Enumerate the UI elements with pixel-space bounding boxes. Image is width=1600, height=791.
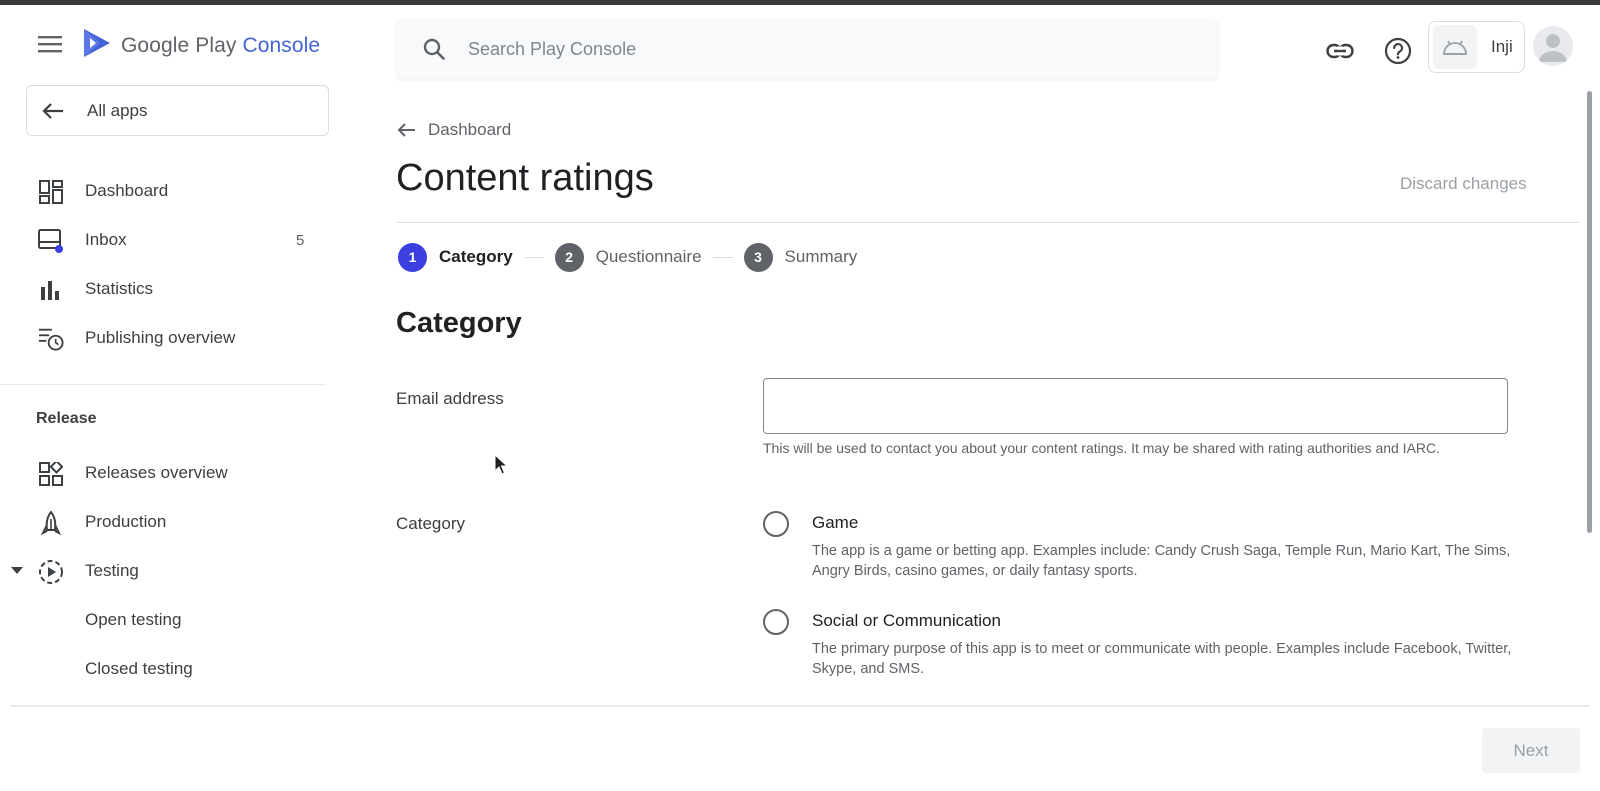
arrow-back-icon (396, 122, 416, 138)
releases-overview-icon (38, 461, 64, 487)
breadcrumb[interactable]: Dashboard (396, 120, 511, 140)
step-number: 3 (743, 242, 773, 272)
page-title: Content ratings (396, 157, 654, 199)
production-icon (38, 510, 64, 536)
sidebar-item-dashboard[interactable]: Dashboard (0, 169, 330, 213)
search-input[interactable] (468, 38, 1168, 60)
publishing-history-icon (38, 326, 64, 352)
all-apps-label: All apps (87, 100, 148, 120)
radio-title[interactable]: Social or Communication (812, 611, 1001, 631)
sidebar-item-production[interactable]: Production (0, 500, 330, 544)
sidebar-divider (0, 384, 326, 385)
radio-description: The app is a game or betting app. Exampl… (812, 543, 1511, 579)
avatar[interactable] (1533, 26, 1573, 66)
footer-divider (10, 705, 1590, 707)
scrollbar[interactable] (1587, 91, 1592, 533)
android-icon (1433, 25, 1477, 69)
sidebar-item-label: Production (85, 512, 167, 531)
top-app-bar: Google Play Console Inji (0, 5, 1600, 85)
category-field-label: Category (396, 514, 465, 533)
logo-wordmark: Google Play Console (121, 33, 321, 57)
sidebar-item-publishing-overview[interactable]: Publishing overview (0, 316, 330, 360)
email-helper-text: This will be used to contact you about y… (763, 440, 1441, 456)
sidebar-item-testing[interactable]: Testing (0, 549, 330, 593)
chevron-down-icon[interactable] (11, 567, 23, 574)
step-connector (523, 256, 544, 258)
sidebar-section-release: Release (36, 410, 97, 427)
step-category[interactable]: 1 Category (398, 242, 513, 272)
section-heading: Category (396, 307, 522, 339)
step-number: 2 (554, 242, 584, 272)
radio-description: The primary purpose of this app is to me… (812, 641, 1512, 677)
testing-icon (38, 559, 64, 585)
sidebar-item-label: Open testing (85, 610, 182, 629)
link-icon[interactable] (1325, 36, 1355, 66)
main-content: Dashboard Content ratings Discard change… (396, 85, 1580, 705)
step-number: 1 (398, 242, 427, 272)
sidebar: All apps Dashboard Inbox 5 Statistics Pu… (0, 85, 336, 705)
sidebar-item-label: Statistics (85, 279, 154, 298)
sidebar-item-label: Dashboard (85, 181, 169, 200)
discard-changes-button[interactable]: Discard changes (1400, 174, 1527, 194)
step-summary[interactable]: 3 Summary (743, 242, 858, 272)
search-bar[interactable] (396, 19, 1218, 79)
all-apps-button[interactable]: All apps (26, 85, 329, 136)
developer-name: Inji (1491, 37, 1513, 56)
sidebar-item-label: Closed testing (85, 659, 193, 678)
play-console-logo-icon (82, 27, 112, 64)
bar-chart-icon (38, 277, 64, 303)
search-icon (422, 37, 446, 61)
sidebar-item-label: Releases overview (85, 463, 228, 482)
mouse-cursor-icon (494, 453, 509, 481)
step-label: Questionnaire (595, 247, 702, 266)
play-console-logo[interactable]: Google Play Console (82, 27, 320, 64)
sidebar-item-statistics[interactable]: Statistics (0, 267, 330, 311)
inbox-count-badge: 5 (296, 231, 305, 249)
sidebar-item-releases-overview[interactable]: Releases overview (0, 451, 330, 495)
sidebar-item-label: Inbox (85, 230, 127, 249)
step-label: Category (439, 247, 513, 266)
radio-game[interactable] (763, 511, 789, 537)
stepper: 1 Category 2 Questionnaire 3 Summary (398, 242, 857, 272)
sidebar-item-open-testing[interactable]: Open testing (0, 598, 330, 642)
help-icon[interactable] (1383, 36, 1413, 66)
menu-icon[interactable] (36, 32, 64, 56)
developer-account-chip[interactable]: Inji (1428, 21, 1525, 73)
sidebar-item-closed-testing[interactable]: Closed testing (0, 647, 330, 691)
breadcrumb-label: Dashboard (428, 120, 512, 139)
radio-social-communication[interactable] (763, 609, 789, 635)
email-field[interactable] (763, 378, 1508, 434)
arrow-back-icon (41, 102, 65, 120)
sidebar-item-label: Testing (85, 561, 139, 580)
email-field-label: Email address (396, 389, 504, 408)
step-label: Summary (784, 247, 858, 266)
dashboard-icon (38, 179, 64, 205)
step-connector (712, 256, 733, 258)
step-questionnaire[interactable]: 2 Questionnaire (554, 242, 702, 272)
inbox-icon (38, 228, 64, 254)
next-button[interactable]: Next (1482, 728, 1580, 773)
sidebar-item-inbox[interactable]: Inbox 5 (0, 218, 330, 262)
sidebar-item-label: Publishing overview (85, 328, 236, 347)
radio-title[interactable]: Game (812, 513, 858, 533)
title-divider (396, 222, 1580, 223)
